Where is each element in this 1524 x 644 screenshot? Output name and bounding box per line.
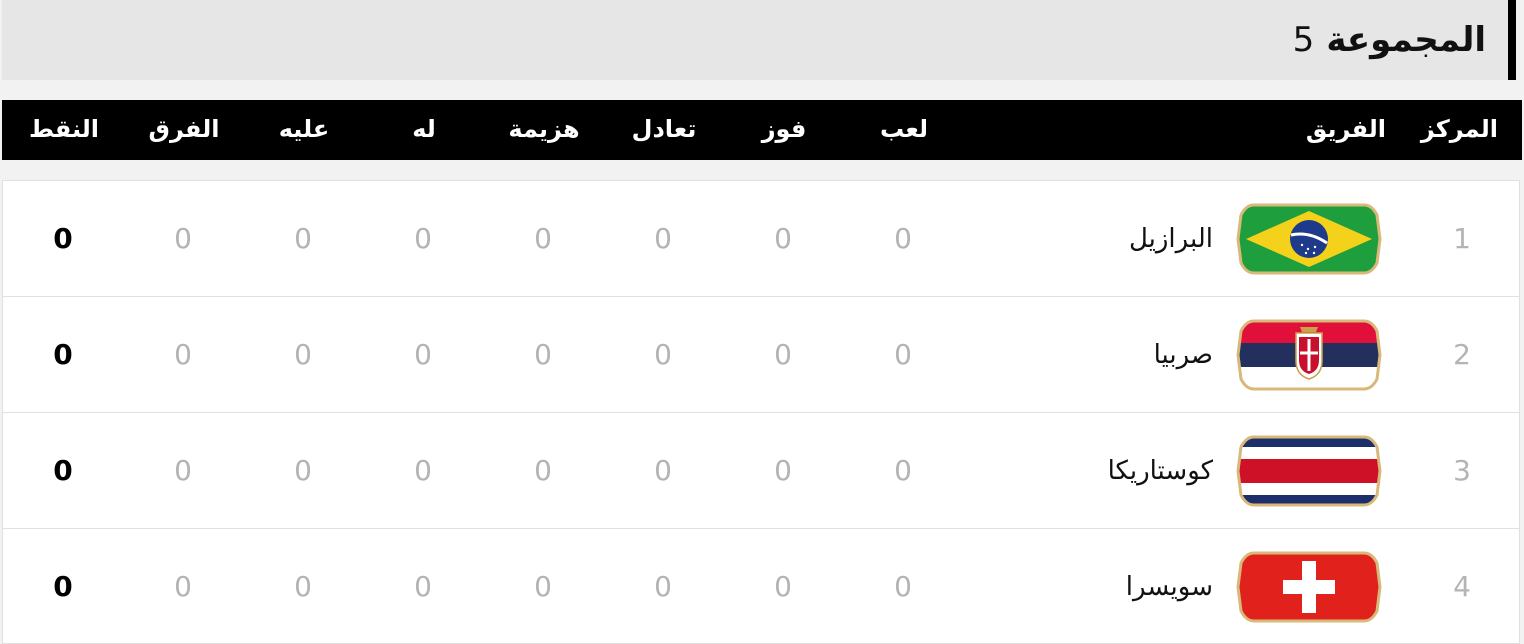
row-goals-for: 0 bbox=[414, 454, 432, 487]
row-points: 0 bbox=[53, 454, 73, 487]
column-header-points: النقط bbox=[28, 115, 100, 143]
row-points: 0 bbox=[53, 222, 73, 255]
row-won: 0 bbox=[774, 454, 792, 487]
row-position: 1 bbox=[1453, 222, 1471, 255]
brazil-flag-icon bbox=[1236, 203, 1382, 275]
column-header-won: فوز bbox=[761, 115, 807, 143]
column-header-goal-diff: الفرق bbox=[148, 115, 220, 143]
row-drawn: 0 bbox=[654, 454, 672, 487]
group-title-number: 5 bbox=[1292, 20, 1315, 60]
row-played: 0 bbox=[894, 454, 912, 487]
row-played: 0 bbox=[894, 338, 912, 371]
group-header: المجموعة 5 bbox=[2, 0, 1516, 80]
row-drawn: 0 bbox=[654, 570, 672, 603]
row-lost: 0 bbox=[534, 454, 552, 487]
row-drawn: 0 bbox=[654, 338, 672, 371]
group-title: المجموعة 5 bbox=[1293, 17, 1486, 63]
row-position: 4 bbox=[1453, 570, 1471, 603]
row-team-name[interactable]: صربيا bbox=[1154, 297, 1213, 413]
row-points: 0 bbox=[53, 338, 73, 371]
row-goals-for: 0 bbox=[414, 222, 432, 255]
row-team-name[interactable]: سويسرا bbox=[1126, 529, 1213, 644]
row-goal-diff: 0 bbox=[174, 222, 192, 255]
row-goals-for: 0 bbox=[414, 570, 432, 603]
column-header-played: لعب bbox=[880, 115, 928, 143]
row-lost: 0 bbox=[534, 222, 552, 255]
row-won: 0 bbox=[774, 338, 792, 371]
row-goals-against: 0 bbox=[294, 454, 312, 487]
row-goals-against: 0 bbox=[294, 570, 312, 603]
row-played: 0 bbox=[894, 222, 912, 255]
column-header-goals-for: له bbox=[412, 115, 436, 143]
column-header-position: المركز bbox=[1420, 115, 1498, 143]
column-header-team: الفريق bbox=[1305, 115, 1386, 143]
row-team-name[interactable]: البرازيل bbox=[1129, 181, 1213, 297]
row-points: 0 bbox=[53, 570, 73, 603]
row-lost: 0 bbox=[534, 570, 552, 603]
table-row[interactable]: 3 كوستاريكا 0 0 0 0 0 0 0 0 bbox=[3, 413, 1519, 529]
table-row[interactable]: 2 صربيا 0 0 0 0 0 0 0 0 bbox=[3, 297, 1519, 413]
table-row[interactable]: 1 البرازيل 0 0 0 0 0 0 0 0 bbox=[3, 181, 1519, 297]
row-drawn: 0 bbox=[654, 222, 672, 255]
row-position: 2 bbox=[1453, 338, 1471, 371]
row-team-name[interactable]: كوستاريكا bbox=[1108, 413, 1213, 529]
row-goal-diff: 0 bbox=[174, 570, 192, 603]
row-position: 3 bbox=[1453, 454, 1471, 487]
group-standings: المجموعة 5 المركز الفريق لعب فوز تعادل هز… bbox=[0, 0, 1524, 644]
row-goals-against: 0 bbox=[294, 338, 312, 371]
row-goals-against: 0 bbox=[294, 222, 312, 255]
row-won: 0 bbox=[774, 570, 792, 603]
table-row[interactable]: 4 سويسرا 0 0 0 0 0 0 0 0 bbox=[3, 529, 1519, 644]
group-title-word: المجموعة bbox=[1326, 20, 1486, 60]
row-goal-diff: 0 bbox=[174, 338, 192, 371]
standings-table-body: 1 البرازيل 0 0 0 0 0 0 0 0 2 صربيا 0 0 0… bbox=[2, 180, 1520, 644]
column-header-drawn: تعادل bbox=[631, 115, 697, 143]
row-played: 0 bbox=[894, 570, 912, 603]
switzerland-flag-icon bbox=[1236, 551, 1382, 623]
column-header-lost: هزيمة bbox=[508, 115, 580, 143]
column-header-goals-against: عليه bbox=[278, 115, 330, 143]
row-goal-diff: 0 bbox=[174, 454, 192, 487]
serbia-flag-icon bbox=[1236, 319, 1382, 391]
standings-table-header: المركز الفريق لعب فوز تعادل هزيمة له علي… bbox=[2, 100, 1522, 160]
costa-rica-flag-icon bbox=[1236, 435, 1382, 507]
row-goals-for: 0 bbox=[414, 338, 432, 371]
row-lost: 0 bbox=[534, 338, 552, 371]
row-won: 0 bbox=[774, 222, 792, 255]
